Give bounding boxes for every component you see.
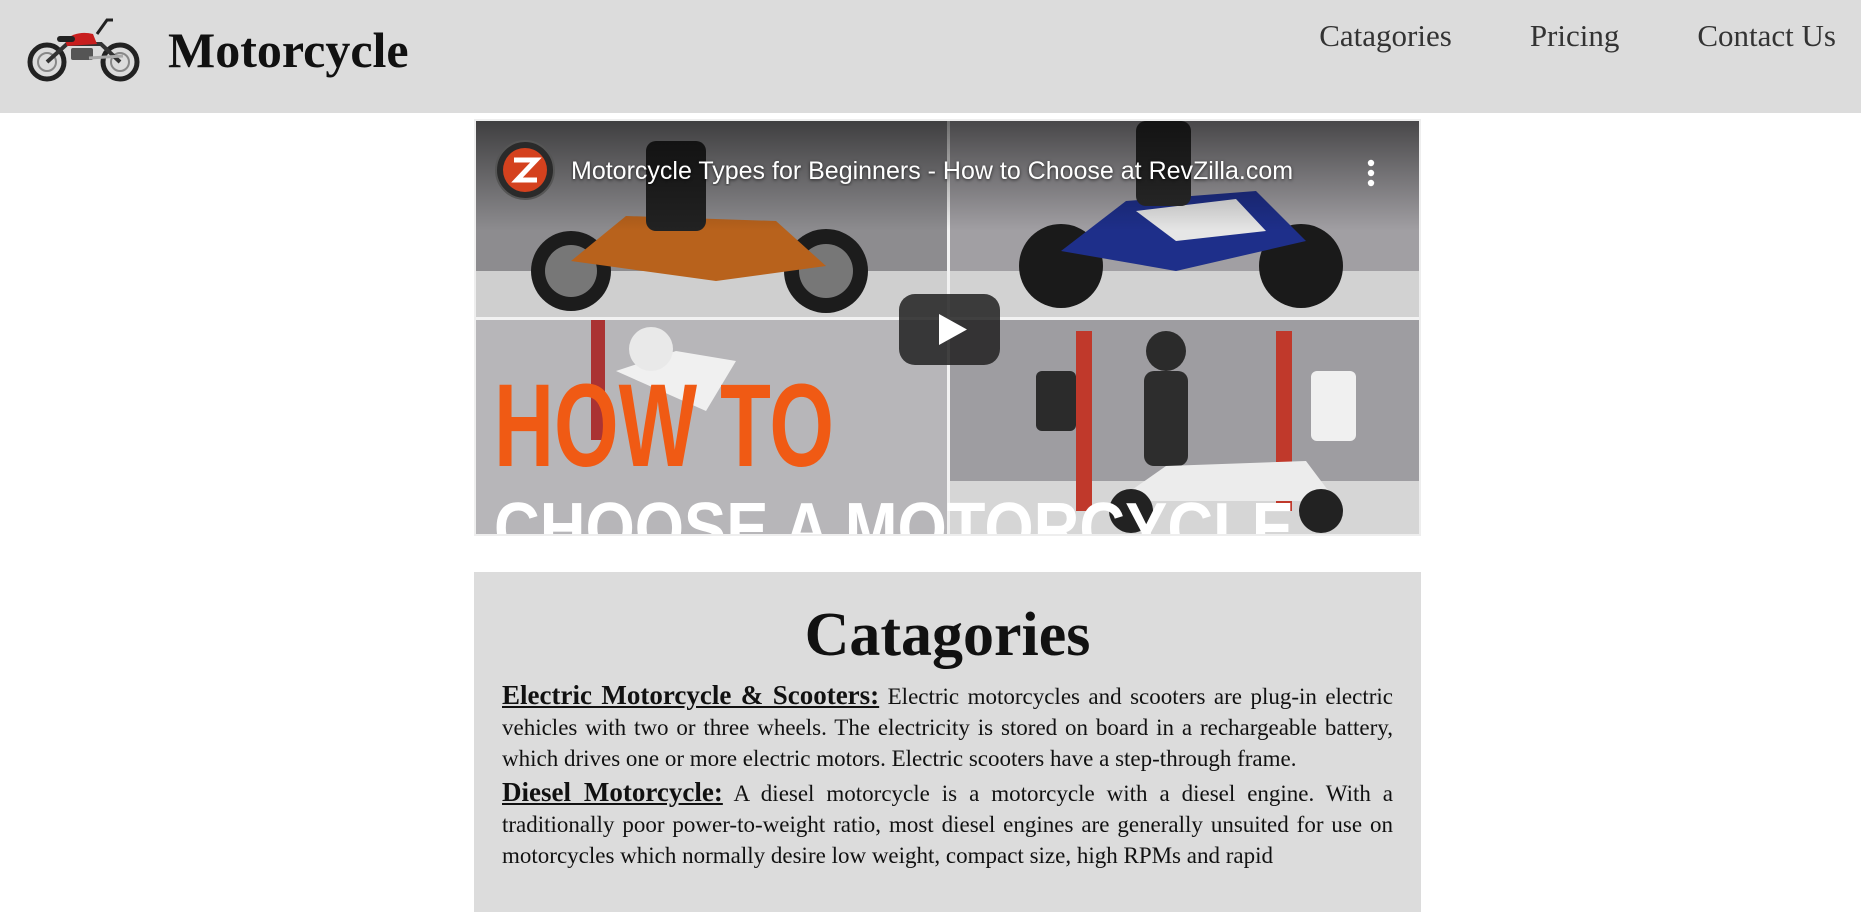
categories-section: Catagories Electric Motorcycle & Scooter… bbox=[474, 572, 1421, 912]
categories-heading: Catagories bbox=[804, 601, 1091, 669]
site-header: Motorcycle Catagories Pricing Contact Us bbox=[0, 0, 1861, 113]
motorcycle-logo-icon[interactable] bbox=[27, 12, 141, 82]
category-term-electric: Electric Motorcycle & Scooters: bbox=[502, 680, 880, 710]
category-term-diesel: Diesel Motorcycle: bbox=[502, 777, 723, 807]
video-overlay-subline: CHOOSE A MOTORCYCLE bbox=[494, 489, 1294, 534]
youtube-video-embed[interactable]: HOW TO CHOOSE A MOTORCYCLE Motorcycle Ty… bbox=[474, 119, 1421, 536]
kebab-menu-icon[interactable] bbox=[1360, 157, 1382, 189]
channel-avatar[interactable] bbox=[495, 140, 555, 200]
site-brand-title[interactable]: Motorcycle bbox=[168, 20, 409, 80]
category-item-diesel: Diesel Motorcycle: A diesel motorcycle i… bbox=[502, 777, 1393, 871]
nav-link-pricing[interactable]: Pricing bbox=[1530, 16, 1620, 56]
main-nav: Catagories Pricing Contact Us bbox=[1319, 16, 1836, 56]
nav-link-contact-us[interactable]: Contact Us bbox=[1697, 16, 1836, 56]
nav-link-catagories[interactable]: Catagories bbox=[1319, 16, 1452, 56]
play-button[interactable] bbox=[899, 294, 1000, 365]
revzilla-logo-icon bbox=[503, 148, 547, 192]
video-title[interactable]: Motorcycle Types for Beginners - How to … bbox=[571, 157, 1331, 186]
video-overlay-headline: HOW TO bbox=[494, 360, 834, 492]
category-item-electric: Electric Motorcycle & Scooters: Electric… bbox=[502, 680, 1393, 774]
